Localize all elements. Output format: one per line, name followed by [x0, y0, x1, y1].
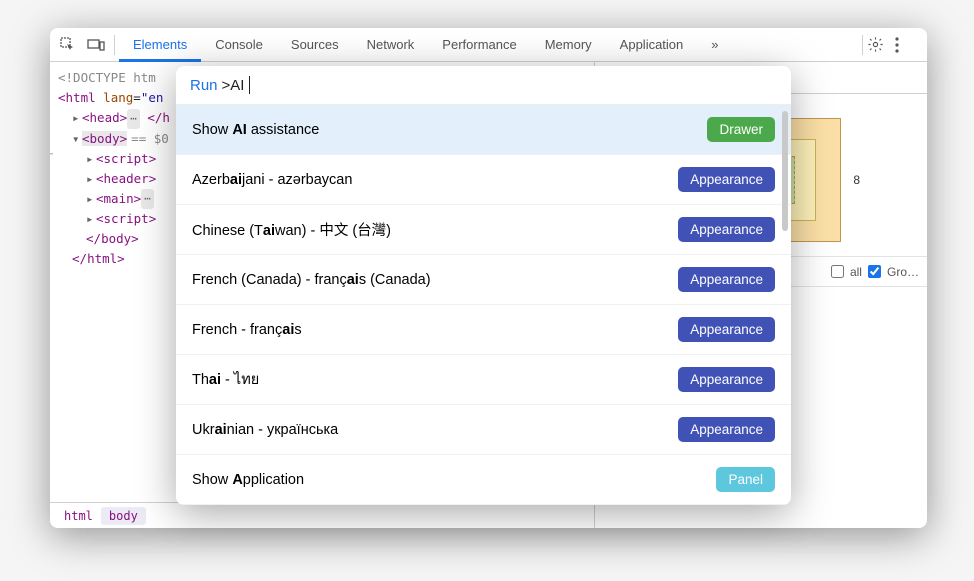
text-cursor	[249, 76, 250, 94]
command-item-label: French - français	[192, 322, 302, 338]
command-item-label: Thai - ไทย	[192, 368, 259, 391]
tab-performance[interactable]: Performance	[428, 28, 530, 62]
command-item[interactable]: Thai - ไทย Appearance	[176, 355, 791, 405]
settings-icon[interactable]	[867, 36, 895, 53]
inspect-icon[interactable]	[54, 31, 82, 59]
scrollbar-thumb[interactable]	[782, 111, 788, 231]
command-item[interactable]: Show Application Panel	[176, 455, 791, 505]
command-item-label: Azerbaijani - azərbaycan	[192, 172, 352, 188]
tab-network[interactable]: Network	[353, 28, 429, 62]
tab-application[interactable]: Application	[606, 28, 698, 62]
command-item[interactable]: Chinese (Taiwan) - 中文 (台灣) Appearance	[176, 205, 791, 255]
command-item-label: Ukrainian - українська	[192, 422, 338, 438]
command-badge: Panel	[716, 467, 775, 492]
tabs-overflow[interactable]: »	[697, 28, 732, 62]
device-icon[interactable]	[82, 31, 110, 59]
toolbar-separator	[862, 35, 863, 55]
command-item[interactable]: French - français Appearance	[176, 305, 791, 355]
command-badge: Appearance	[678, 317, 775, 342]
group-label: Gro…	[887, 265, 919, 279]
command-badge: Drawer	[707, 117, 775, 142]
command-badge: Appearance	[678, 367, 775, 392]
command-item[interactable]: Show AI assistance Drawer	[176, 105, 791, 155]
command-item[interactable]: French (Canada) - français (Canada) Appea…	[176, 255, 791, 305]
command-item-label: Show AI assistance	[192, 122, 319, 138]
group-checkbox[interactable]	[868, 265, 881, 278]
more-icon[interactable]	[895, 37, 923, 53]
tab-memory[interactable]: Memory	[531, 28, 606, 62]
command-item-label: French (Canada) - français (Canada)	[192, 272, 431, 288]
show-all-label: all	[850, 265, 862, 279]
command-item-label: Show Application	[192, 472, 304, 488]
command-badge: Appearance	[678, 217, 775, 242]
toolbar-separator	[114, 35, 115, 55]
gutter-dots-icon: ⋯	[50, 149, 54, 160]
show-all-checkbox[interactable]	[831, 265, 844, 278]
command-list: Show AI assistance Drawer Azerbaijani - az…	[176, 104, 791, 505]
command-menu: Run >AI Show AI assistance Drawer Azerbaij…	[176, 66, 791, 505]
cmd-query-text: >AI	[222, 77, 245, 94]
tab-elements[interactable]: Elements	[119, 28, 201, 62]
command-item[interactable]: Azerbaijani - azərbaycan Appearance	[176, 155, 791, 205]
command-badge: Appearance	[678, 267, 775, 292]
command-badge: Appearance	[678, 167, 775, 192]
crumb-html[interactable]: html	[56, 507, 101, 525]
dom-doctype: <!DOCTYPE htm	[58, 70, 156, 85]
box-margin-right: 8	[853, 173, 860, 187]
tab-sources[interactable]: Sources	[277, 28, 353, 62]
main-toolbar: Elements Console Sources Network Perform…	[50, 28, 927, 62]
tab-console[interactable]: Console	[201, 28, 277, 62]
command-input[interactable]: Run >AI	[176, 66, 791, 104]
command-item[interactable]: Ukrainian - українська Appearance	[176, 405, 791, 455]
crumb-body[interactable]: body	[101, 507, 146, 525]
command-item-label: Chinese (Taiwan) - 中文 (台灣)	[192, 219, 391, 240]
cmd-run-label: Run	[190, 77, 218, 94]
command-badge: Appearance	[678, 417, 775, 442]
breadcrumb: html body	[50, 502, 594, 528]
